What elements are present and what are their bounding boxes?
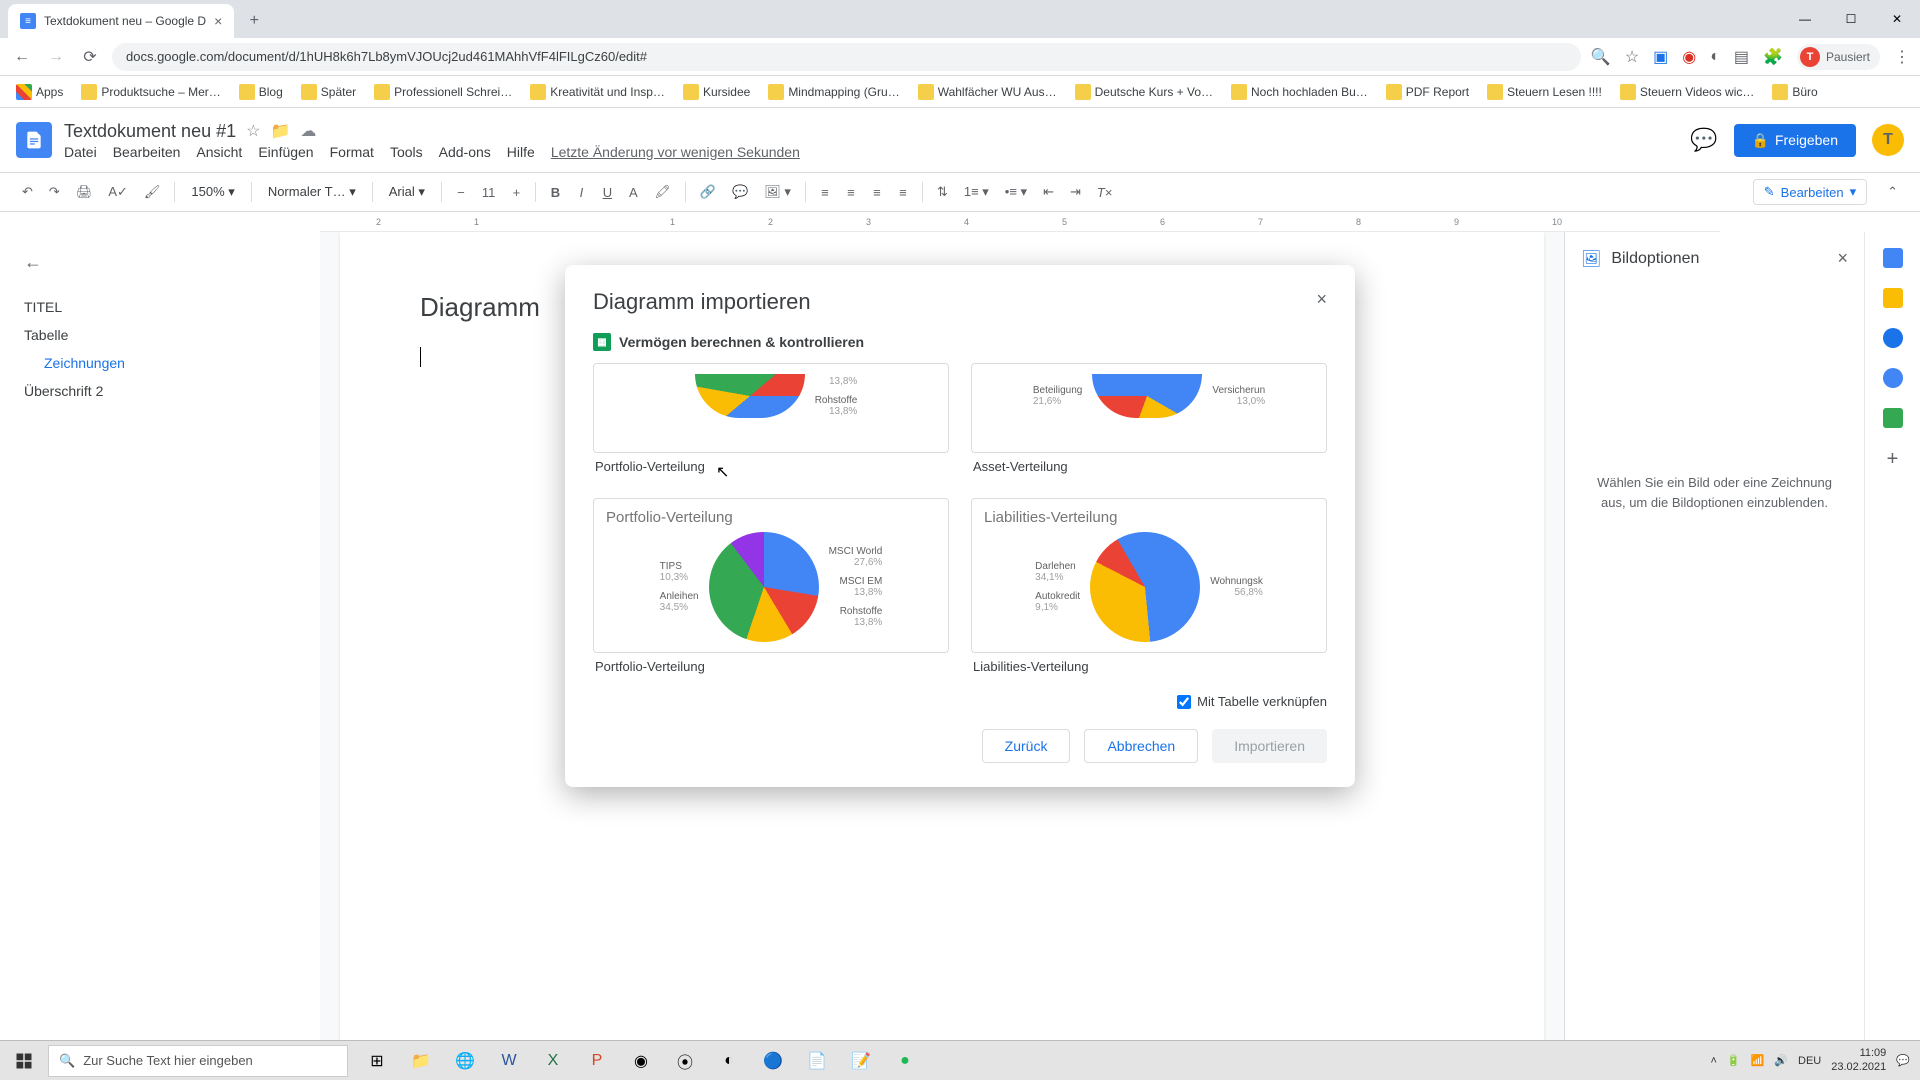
pie-chart-icon <box>709 532 819 642</box>
import-chart-dialog: Diagramm importieren × ▦ Vermögen berech… <box>565 265 1355 787</box>
chart-option[interactable]: Portfolio-Verteilung TIPS10,3% Anleihen3… <box>593 498 949 680</box>
chart-caption: Portfolio-Verteilung <box>593 453 949 480</box>
chart-grid: 13,8% Rohstoffe13,8% Portfolio-Verteilun… <box>593 363 1327 680</box>
chart-option[interactable]: Beteiligung21,6% Versicherun13,0% Asset-… <box>971 363 1327 480</box>
chart-caption: Liabilities-Verteilung <box>971 653 1327 680</box>
chart-option[interactable]: 13,8% Rohstoffe13,8% Portfolio-Verteilun… <box>593 363 949 480</box>
pie-chart-icon <box>1090 532 1200 642</box>
link-spreadsheet-checkbox[interactable] <box>1177 695 1191 709</box>
back-button[interactable]: Zurück <box>982 729 1071 763</box>
chart-caption: Portfolio-Verteilung <box>593 653 949 680</box>
modal-backdrop: Diagramm importieren × ▦ Vermögen berech… <box>0 0 1920 1080</box>
close-dialog-icon[interactable]: × <box>1316 289 1327 310</box>
chart-caption: Asset-Verteilung <box>971 453 1327 480</box>
dialog-title: Diagramm importieren <box>593 289 1327 315</box>
spreadsheet-source[interactable]: ▦ Vermögen berechnen & kontrollieren <box>593 333 1327 351</box>
import-button: Importieren <box>1212 729 1327 763</box>
chart-option[interactable]: Liabilities-Verteilung Darlehen34,1% Aut… <box>971 498 1327 680</box>
link-spreadsheet-label: Mit Tabelle verknüpfen <box>1197 694 1327 709</box>
cancel-button[interactable]: Abbrechen <box>1084 729 1198 763</box>
sheets-icon: ▦ <box>593 333 611 351</box>
